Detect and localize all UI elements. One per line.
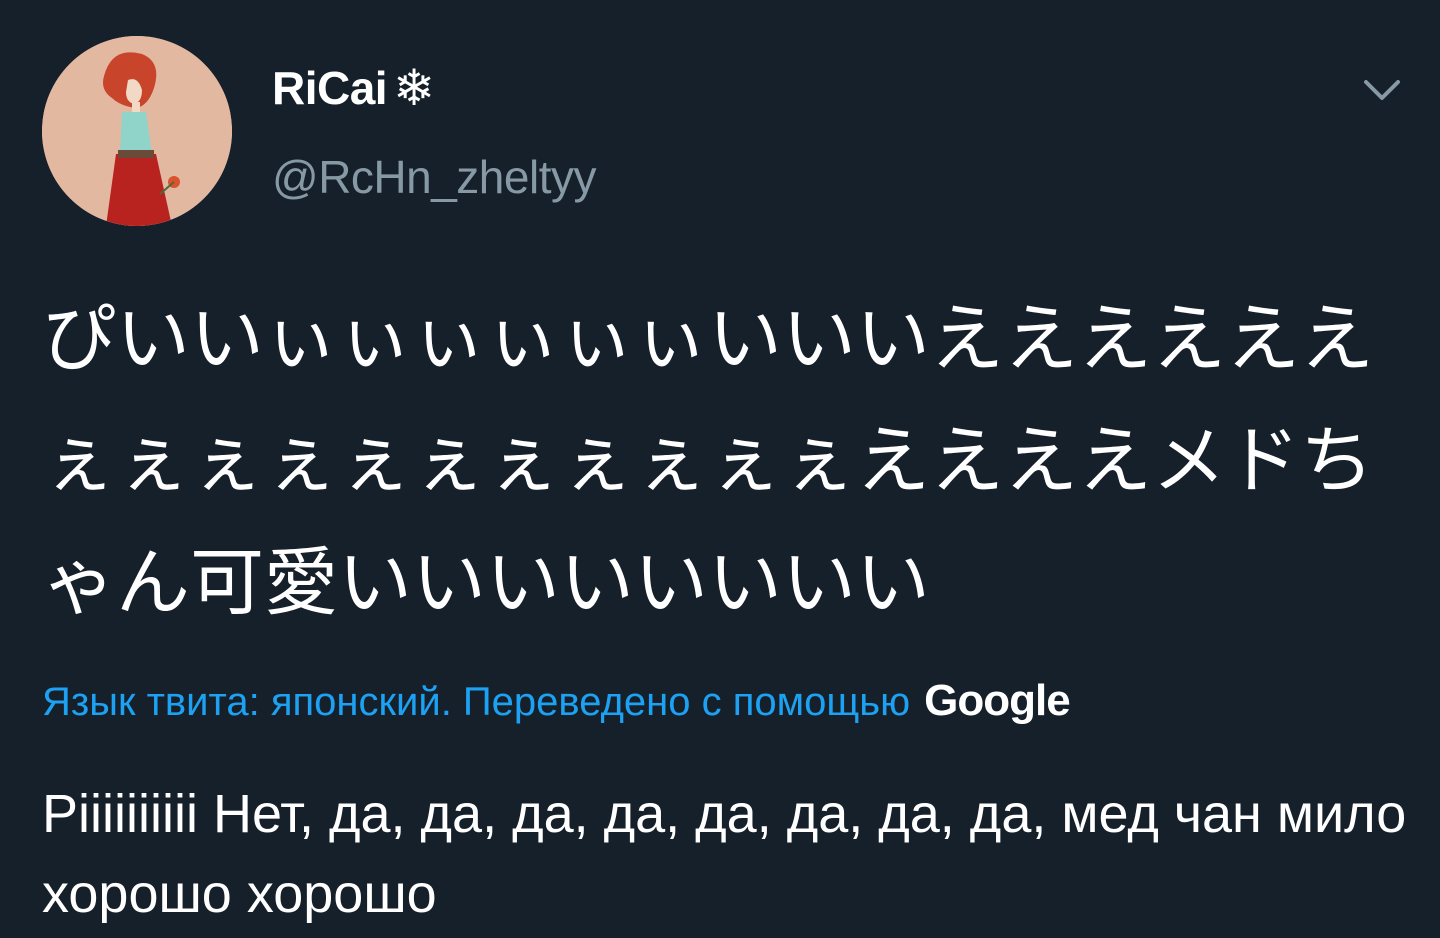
avatar[interactable] <box>42 36 232 226</box>
tweet-menu-button[interactable] <box>1360 68 1404 112</box>
display-name[interactable]: RiCai ❄ <box>272 58 435 118</box>
snowflake-icon: ❄ <box>393 60 435 116</box>
tweet-text: ぴいいぃぃぃぃぃぃいいいええええええぇぇぇぇぇぇぇぇぇぇぇええええメドちゃん可愛… <box>42 296 1374 626</box>
user-handle[interactable]: @RcHn_zheltyy <box>272 150 596 204</box>
avatar-illustration <box>42 36 232 226</box>
translated-text: Piiiiiiiiii Нет, да, да, да, да, да, да,… <box>42 784 1407 924</box>
translation-notice[interactable]: Язык твита: японский. Переведено с помощ… <box>42 676 1071 726</box>
translation-notice-text[interactable]: Язык твита: японский. Переведено с помощ… <box>42 680 910 725</box>
chevron-down-icon <box>1364 80 1400 100</box>
display-name-text[interactable]: RiCai <box>272 61 388 115</box>
google-logo: Google <box>924 676 1071 725</box>
